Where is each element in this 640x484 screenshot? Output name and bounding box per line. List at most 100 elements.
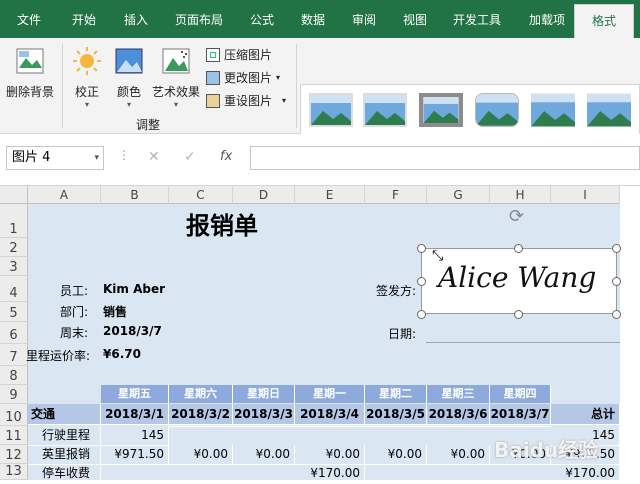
row-header-4[interactable]: 4 xyxy=(0,276,28,302)
column-header-d[interactable]: D xyxy=(233,186,295,204)
row-header-9[interactable]: 9 xyxy=(0,385,28,404)
column-header-b[interactable]: B xyxy=(101,186,169,204)
row-header-13[interactable]: 13 xyxy=(0,464,28,480)
row-header-11[interactable]: 11 xyxy=(0,426,28,445)
tab-insert[interactable]: 插入 xyxy=(124,0,148,38)
picture-style-icon xyxy=(365,95,405,125)
compress-pictures-button[interactable]: 压缩图片 xyxy=(206,46,272,63)
date-header: 2018/3/3 xyxy=(233,404,295,425)
employee-value[interactable]: Kim Aber xyxy=(103,282,165,296)
picture-style-6[interactable] xyxy=(587,93,631,127)
sheet-area[interactable]: 报销单 员工: Kim Aber 部门: 销售 周末: 2018/3/7 里程运… xyxy=(26,204,620,484)
column-header-a[interactable]: A xyxy=(28,186,101,204)
resize-handle[interactable] xyxy=(514,310,523,319)
picture-style-icon xyxy=(531,93,575,127)
tab-file[interactable]: 文件 xyxy=(17,0,41,38)
row-header-2[interactable]: 2 xyxy=(0,238,28,257)
mileage-cell[interactable]: 145 xyxy=(101,426,169,446)
parking-cell[interactable]: ¥170.00 xyxy=(295,464,365,484)
parking-cell[interactable] xyxy=(490,464,551,465)
tab-developer[interactable]: 开发工具 xyxy=(453,0,501,38)
week-end-value[interactable]: 2018/3/7 xyxy=(103,324,162,338)
parking-cell[interactable] xyxy=(101,464,169,465)
mileage-cell[interactable] xyxy=(365,426,427,427)
tab-formulas[interactable]: 公式 xyxy=(250,0,274,38)
column-header-c[interactable]: C xyxy=(169,186,233,204)
mileage-rate-value[interactable]: ¥6.70 xyxy=(103,347,141,361)
resize-handle[interactable] xyxy=(417,310,426,319)
parking-cell[interactable] xyxy=(427,464,490,465)
remove-background-button[interactable]: 删除背景 xyxy=(4,46,56,100)
column-header-i[interactable]: I xyxy=(551,186,620,204)
column-header-g[interactable]: G xyxy=(427,186,490,204)
reimbursement-cell[interactable]: ¥0.00 xyxy=(233,445,295,465)
reset-picture-button[interactable]: 重设图片 ▾ xyxy=(206,92,286,109)
parking-cell[interactable] xyxy=(233,464,295,465)
reimbursement-cell[interactable]: ¥0.00 xyxy=(427,445,490,465)
resize-handle[interactable] xyxy=(612,310,621,319)
picture-style-4[interactable] xyxy=(475,93,519,127)
row-header-6[interactable]: 6 xyxy=(0,322,28,344)
select-all-corner[interactable] xyxy=(0,186,28,204)
column-header-h[interactable]: H xyxy=(490,186,551,204)
signature-picture[interactable]: Alice Wang xyxy=(421,248,617,314)
row-header-3[interactable]: 3 xyxy=(0,257,28,276)
corrections-button[interactable]: 校正 ▾ xyxy=(68,46,106,109)
compress-pictures-label: 压缩图片 xyxy=(224,48,273,62)
picture-style-icon xyxy=(587,93,631,127)
chevron-down-icon: ▾ xyxy=(276,73,281,82)
tab-review[interactable]: 审阅 xyxy=(352,0,376,38)
tab-home[interactable]: 开始 xyxy=(72,0,96,38)
parking-cell[interactable] xyxy=(169,464,233,465)
remove-background-icon xyxy=(16,48,44,74)
color-button[interactable]: 颜色 ▾ xyxy=(110,46,148,109)
mileage-cell[interactable] xyxy=(233,426,295,427)
name-box[interactable]: 图片 4 ▾ xyxy=(6,146,104,170)
picture-style-3[interactable] xyxy=(419,93,463,127)
tab-addins[interactable]: 加载项 xyxy=(529,0,565,38)
tab-data[interactable]: 数据 xyxy=(301,0,325,38)
department-value[interactable]: 销售 xyxy=(103,303,127,320)
mileage-cell[interactable] xyxy=(490,426,551,427)
column-header-e[interactable]: E xyxy=(295,186,365,204)
tab-format[interactable]: 格式 xyxy=(574,4,634,38)
insert-function-button[interactable]: fx xyxy=(220,149,232,164)
column-header-f[interactable]: F xyxy=(365,186,427,204)
compress-icon xyxy=(206,47,220,62)
ribbon-tab-bar: 文件 开始 插入 页面布局 公式 数据 审阅 视图 开发工具 加载项 格式 xyxy=(0,0,640,38)
resize-handle[interactable] xyxy=(612,244,621,253)
picture-style-2[interactable] xyxy=(363,93,407,127)
picture-style-5[interactable] xyxy=(531,93,575,127)
parking-cell[interactable] xyxy=(365,464,427,465)
mileage-cell[interactable] xyxy=(427,426,490,427)
row-header-12[interactable]: 12 xyxy=(0,445,28,464)
reimbursement-cell[interactable]: ¥971.50 xyxy=(101,445,169,465)
picture-style-1[interactable] xyxy=(309,93,353,127)
mileage-cell[interactable] xyxy=(169,426,233,427)
date-header: 2018/3/5 xyxy=(365,404,427,425)
parking-total[interactable]: ¥170.00 xyxy=(551,464,620,484)
row-header-10[interactable]: 10 xyxy=(0,404,28,426)
row-header-7[interactable]: 7 xyxy=(0,344,28,366)
reimbursement-cell[interactable]: ¥0.00 xyxy=(365,445,427,465)
row-header-8[interactable]: 8 xyxy=(0,366,28,385)
tab-view[interactable]: 视图 xyxy=(403,0,427,38)
resize-handle[interactable] xyxy=(417,244,426,253)
cancel-button[interactable]: ✕ xyxy=(148,149,160,165)
formula-input[interactable] xyxy=(250,146,640,170)
mileage-cell[interactable] xyxy=(295,426,365,427)
resize-handle[interactable] xyxy=(417,277,426,286)
tab-page-layout[interactable]: 页面布局 xyxy=(175,0,223,38)
resize-handle[interactable] xyxy=(514,244,523,253)
row-header-5[interactable]: 5 xyxy=(0,302,28,322)
artistic-effects-button[interactable]: 艺术效果 ▾ xyxy=(150,46,202,109)
confirm-button[interactable]: ✓ xyxy=(184,149,196,165)
reimbursement-cell[interactable]: ¥0.00 xyxy=(295,445,365,465)
rotate-handle-icon[interactable]: ⟳ xyxy=(509,206,524,227)
reset-picture-label: 重设图片 xyxy=(224,94,273,108)
reset-picture-icon xyxy=(206,93,220,108)
reimbursement-cell[interactable]: ¥0.00 xyxy=(169,445,233,465)
change-picture-button[interactable]: 更改图片 ▾ xyxy=(206,69,280,86)
resize-handle[interactable] xyxy=(612,277,621,286)
row-header-1[interactable]: 1 xyxy=(0,204,28,238)
